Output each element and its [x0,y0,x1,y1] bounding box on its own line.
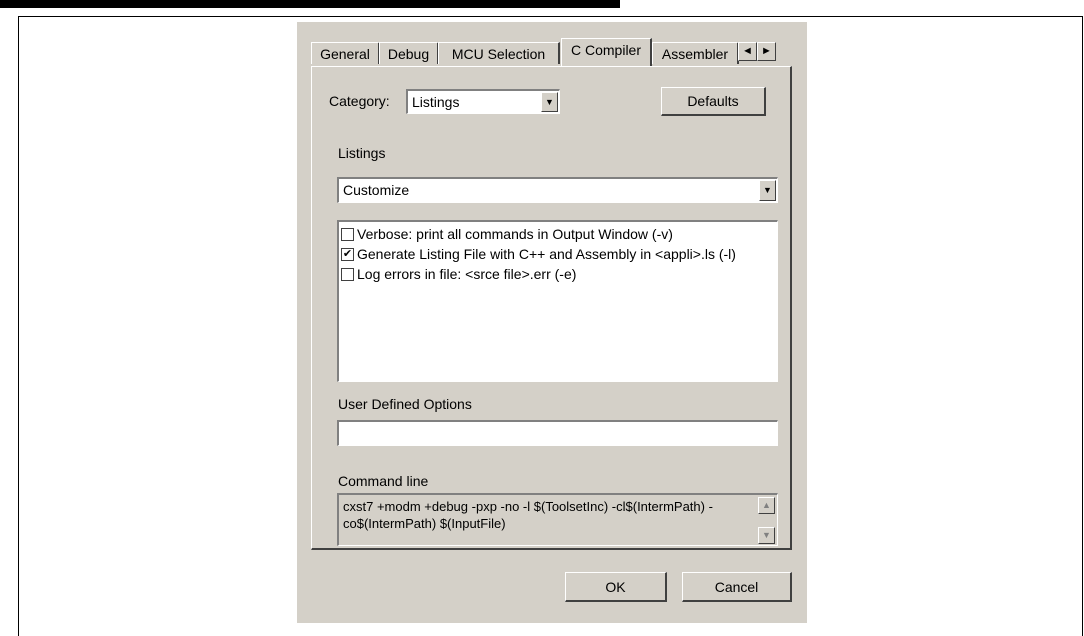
scroll-down-icon[interactable]: ▼ [758,527,775,544]
option-log-errors-label: Log errors in file: <srce file>.err (-e) [357,266,577,282]
listings-section-label: Listings [338,145,386,161]
cancel-button[interactable]: Cancel [682,572,792,602]
defaults-button[interactable]: Defaults [661,87,766,116]
tab-strip: General Debug MCU Selection C Compiler A… [311,38,811,66]
user-options-label: User Defined Options [338,396,472,412]
ok-button[interactable]: OK [565,572,667,602]
listings-mode-value: Customize [343,182,410,198]
command-line-box: cxst7 +modm +debug -pxp -no -l $(Toolset… [337,493,778,546]
checkbox-log-errors[interactable] [341,267,354,281]
tab-scroll-left-icon[interactable]: ◄ [738,42,757,61]
chevron-down-icon[interactable]: ▼ [541,92,558,112]
scroll-up-icon[interactable]: ▲ [758,497,775,514]
command-line-text: cxst7 +modm +debug -pxp -no -l $(Toolset… [343,499,713,531]
option-generate-listing-label: Generate Listing File with C++ and Assem… [357,246,736,262]
caption-bar [0,0,1084,12]
checkbox-generate-listing[interactable]: ✔ [341,247,354,261]
command-line-scrollbar[interactable]: ▲ ▼ [758,497,775,544]
tab-c-compiler[interactable]: C Compiler [561,38,652,66]
option-verbose[interactable]: Verbose: print all commands in Output Wi… [341,224,673,244]
compiler-settings-panel: Category: Listings ▼ Defaults Listings C… [311,66,792,550]
tab-debug[interactable]: Debug [379,42,439,64]
options-checklist: Verbose: print all commands in Output Wi… [337,220,778,382]
checkbox-verbose[interactable] [341,227,354,241]
properties-dialog: General Debug MCU Selection C Compiler A… [297,22,807,623]
command-line-label: Command line [338,473,429,489]
tab-general[interactable]: General [311,42,380,64]
tab-scroll-right-icon[interactable]: ► [757,42,776,61]
category-select[interactable]: Listings ▼ [406,89,560,114]
option-verbose-label: Verbose: print all commands in Output Wi… [357,226,673,242]
option-generate-listing[interactable]: ✔ Generate Listing File with C++ and Ass… [341,244,736,264]
option-log-errors[interactable]: Log errors in file: <srce file>.err (-e) [341,264,576,284]
caption-text-block [0,0,620,8]
category-label: Category: [329,93,390,109]
chevron-down-icon[interactable]: ▼ [759,180,776,201]
checkmark-icon: ✔ [342,247,353,260]
tab-assembler[interactable]: Assembler [652,42,739,64]
user-options-input[interactable] [337,420,778,446]
tab-mcu-selection[interactable]: MCU Selection [438,42,560,64]
category-value: Listings [412,94,460,110]
listings-mode-select[interactable]: Customize ▼ [337,177,778,203]
